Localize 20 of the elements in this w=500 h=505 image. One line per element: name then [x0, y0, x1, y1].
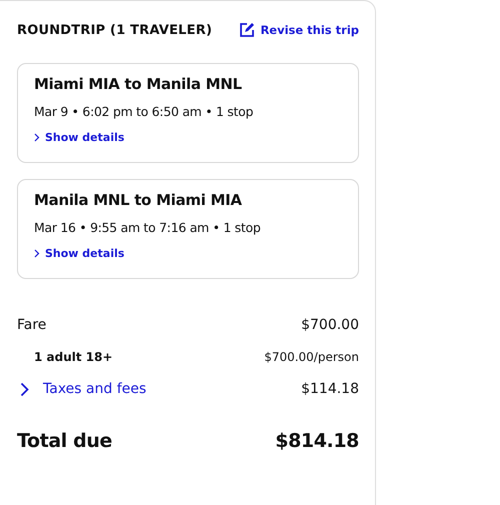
- price-label: Fare: [17, 317, 46, 333]
- flight-route: Miami MIA to Manila MNL: [34, 75, 243, 95]
- price-amount: $700.00: [301, 317, 359, 333]
- edit-icon: [239, 22, 256, 38]
- flight-schedule: Mar 16 • 9:55 am to 7:16 am • 1 stop: [34, 220, 262, 235]
- show-details-link[interactable]: Show details: [34, 131, 342, 144]
- chevron-icon: [34, 249, 40, 258]
- show-details-link[interactable]: Show details: [34, 247, 342, 260]
- price-amount: $700.00/person: [264, 350, 359, 364]
- flight-route: Manila MNL to Miami MIA: [34, 191, 243, 211]
- revise-link[interactable]: Revise this trip: [239, 22, 359, 38]
- total-label: Total due: [17, 430, 112, 452]
- price-amount: $114.18: [301, 381, 359, 397]
- flight-schedule: Mar 9 • 6:02 pm to 6:50 am • 1 stop: [34, 104, 254, 119]
- trip-title: ROUNDTRIP (1 TRAVELER): [17, 22, 212, 38]
- price-label: 1 adult 18+: [34, 350, 113, 364]
- chevron-icon: [20, 382, 29, 396]
- chevron-icon: [34, 133, 40, 142]
- taxes-link[interactable]: Taxes and fees: [17, 381, 146, 397]
- total-amount: $814.18: [275, 430, 359, 452]
